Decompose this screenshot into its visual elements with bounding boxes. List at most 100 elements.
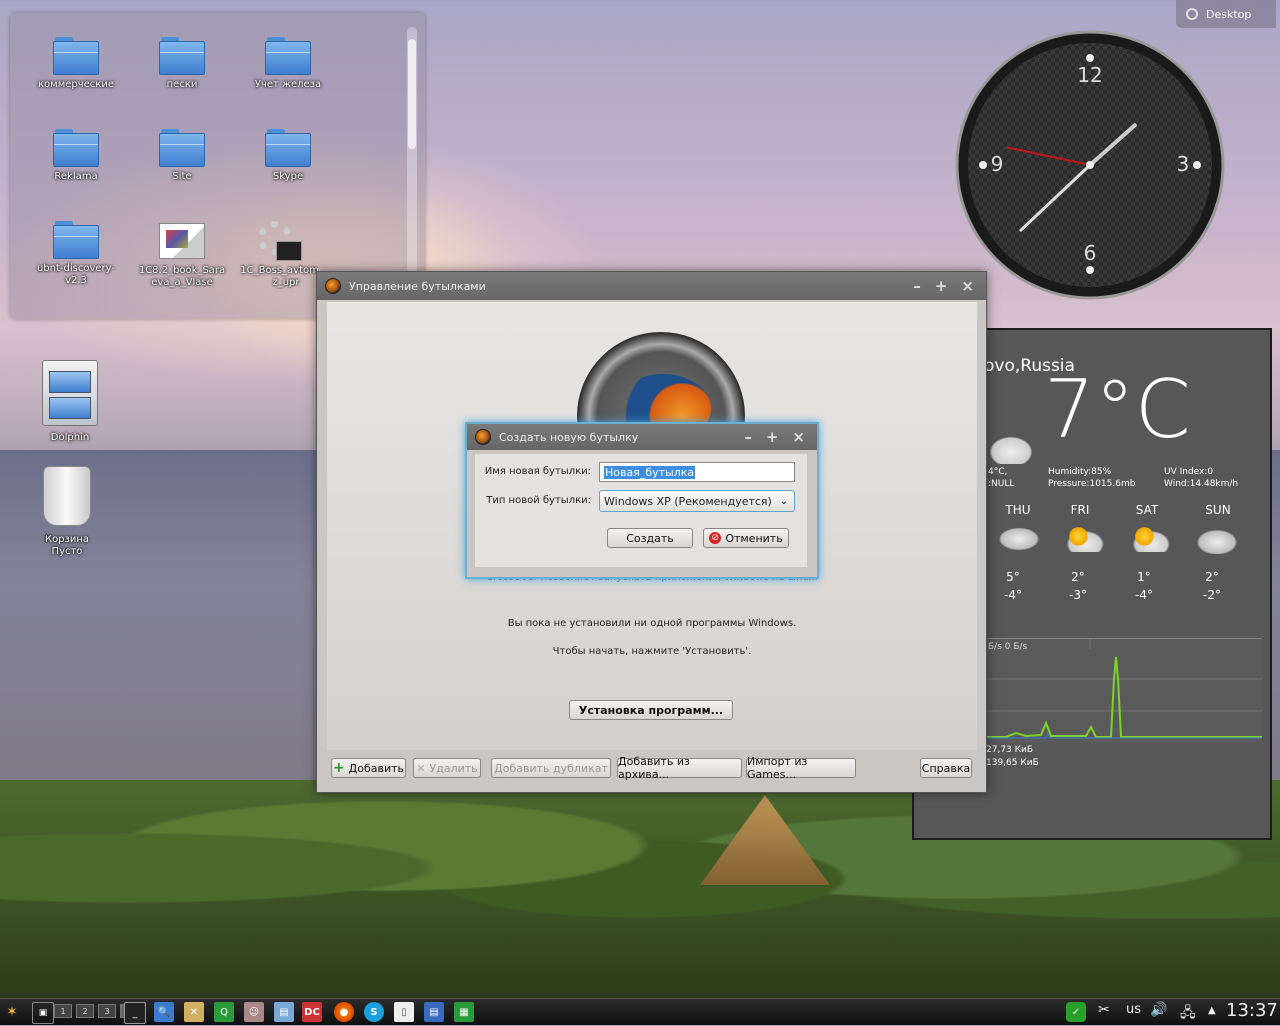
cancel-label: Отменить bbox=[725, 531, 783, 545]
dolphin-launcher[interactable]: Dolphin bbox=[30, 360, 110, 444]
help-button[interactable]: Справка bbox=[920, 758, 972, 778]
sun-cloud-icon bbox=[1060, 526, 1106, 552]
scrollbar-thumb[interactable] bbox=[408, 39, 416, 149]
bottle-name-value: Новая_бутылка bbox=[604, 465, 696, 479]
cancel-icon: ⊘ bbox=[709, 532, 722, 544]
pager-desktop-3[interactable]: 3 bbox=[98, 1004, 116, 1018]
tray-expand-icon[interactable]: ▲ bbox=[1208, 1005, 1216, 1016]
snow-cloud-icon bbox=[996, 526, 1042, 552]
application-launcher-icon[interactable]: ✶ bbox=[2, 1002, 22, 1022]
qt-icon[interactable]: Q bbox=[214, 1002, 234, 1022]
chevron-down-icon: ⌄ bbox=[779, 495, 788, 507]
minimize-icon[interactable]: – bbox=[913, 277, 921, 295]
folder-item[interactable]: Site bbox=[132, 129, 232, 183]
scissors-icon[interactable]: ✂ bbox=[1098, 1002, 1110, 1018]
calc-icon[interactable]: ▦ bbox=[454, 1002, 474, 1022]
folder-item[interactable]: Skype bbox=[238, 129, 338, 183]
folder-item[interactable]: коммерческие bbox=[26, 37, 126, 91]
folder-item-label: ubnt-discovery-v2.3 bbox=[36, 263, 116, 286]
clock-numeral-12: 12 bbox=[1077, 63, 1102, 87]
file-item[interactable]: 1C8.2_book_Saraeva_a_Vlase bbox=[132, 221, 232, 289]
bottle-name-input[interactable]: Новая_бутылка bbox=[599, 462, 795, 482]
forecast-day: THU bbox=[1005, 503, 1031, 517]
keyboard-layout-indicator[interactable]: us bbox=[1126, 1002, 1141, 1017]
forecast-high: 1° bbox=[1137, 570, 1151, 584]
trash-launcher[interactable]: Корзина Пусто bbox=[27, 466, 107, 558]
folder-item[interactable]: пески bbox=[132, 37, 232, 91]
current-weather-cloud-icon bbox=[986, 434, 1036, 464]
folder-item[interactable]: Reklama bbox=[26, 129, 126, 183]
trash-label: Корзина bbox=[44, 534, 90, 545]
forecast-low: -3° bbox=[1069, 588, 1087, 602]
weather-extra: :NULL bbox=[988, 479, 1015, 489]
folder-view-scrollbar[interactable] bbox=[407, 27, 417, 309]
tools-icon[interactable]: ✕ bbox=[184, 1002, 204, 1022]
pager-desktop-1[interactable]: 1 bbox=[54, 1004, 72, 1018]
bottle-manager-titlebar[interactable]: Управление бутылками – + × bbox=[317, 272, 986, 300]
terminal-icon[interactable]: _ bbox=[124, 1002, 146, 1024]
analog-clock-widget: 12 3 6 9 bbox=[955, 30, 1225, 300]
install-programs-button[interactable]: Установка программ... bbox=[569, 700, 733, 720]
gear-terminal-icon bbox=[256, 221, 302, 261]
add-bottle-button[interactable]: + Добавить bbox=[331, 758, 406, 778]
bottle-type-select[interactable]: Windows XP (Рекомендуется) ⌄ bbox=[599, 490, 795, 512]
digital-clock[interactable]: 13:37 bbox=[1226, 1000, 1278, 1021]
folder-icon bbox=[265, 37, 311, 75]
import-from-games-button[interactable]: Импорт из Games... bbox=[746, 755, 856, 781]
forecast-low: -4° bbox=[1135, 588, 1153, 602]
folder-item[interactable]: ubnt-discovery-v2.3 bbox=[26, 221, 126, 287]
cashew-icon bbox=[1186, 8, 1198, 20]
folder-item[interactable]: Учет железа bbox=[238, 37, 338, 91]
forecast-day: SUN bbox=[1205, 503, 1231, 517]
updates-check-icon[interactable]: ✓ bbox=[1066, 1002, 1086, 1022]
bottle-type-value: Windows XP (Рекомендуется) bbox=[604, 494, 772, 508]
folder-item-label: пески bbox=[166, 79, 198, 90]
clock-numeral-3: 3 bbox=[1177, 152, 1190, 176]
create-bottle-titlebar[interactable]: Создать новую бутылку – + × bbox=[467, 424, 817, 450]
skype-icon[interactable]: S bbox=[364, 1002, 384, 1022]
network-sent: 139,65 КиБ bbox=[986, 758, 1039, 768]
forecast-high: 5° bbox=[1006, 570, 1020, 584]
close-icon[interactable]: × bbox=[792, 428, 805, 446]
trash-status-label: Пусто bbox=[51, 546, 83, 557]
firefox-icon[interactable]: ● bbox=[334, 1002, 354, 1022]
close-icon[interactable]: × bbox=[961, 277, 974, 295]
weather-humidity: Humidity:85% bbox=[1048, 467, 1112, 477]
doublecmd-icon[interactable]: DC bbox=[302, 1002, 322, 1022]
duplicate-bottle-button[interactable]: Добавить дубликат bbox=[491, 758, 611, 778]
document-icon[interactable]: ▯ bbox=[394, 1002, 414, 1022]
show-desktop-icon[interactable]: ▣ bbox=[32, 1002, 54, 1024]
executable-item[interactable]: 1C_Boss_avtomatiz_upr bbox=[238, 221, 318, 289]
delete-icon: ✕ bbox=[416, 761, 426, 775]
minimize-icon[interactable]: – bbox=[744, 428, 752, 446]
search-icon[interactable]: 🔍 bbox=[154, 1002, 174, 1022]
forecast-high: 2° bbox=[1205, 570, 1219, 584]
file-cabinet-icon[interactable]: ▤ bbox=[274, 1002, 294, 1022]
document-image-icon bbox=[159, 223, 205, 259]
delete-bottle-button[interactable]: ✕ Удалить bbox=[413, 758, 481, 778]
user-icon[interactable]: ☺ bbox=[244, 1002, 264, 1022]
maximize-icon[interactable]: + bbox=[766, 428, 779, 446]
folder-icon bbox=[53, 221, 99, 259]
crossover-icon bbox=[475, 429, 491, 445]
cancel-button[interactable]: ⊘ Отменить bbox=[703, 528, 789, 548]
network-icon[interactable]: 🖧 bbox=[1180, 1002, 1196, 1026]
pager-desktop-2[interactable]: 2 bbox=[76, 1004, 94, 1018]
create-button[interactable]: Создать bbox=[607, 528, 693, 548]
folder-icon bbox=[53, 37, 99, 75]
install-hint: Чтобы начать, нажмите 'Установить'. bbox=[552, 646, 752, 657]
bottle-type-label: Тип новой бутылки: bbox=[486, 495, 591, 506]
add-from-archive-button[interactable]: Добавить из архива... bbox=[617, 755, 742, 781]
add-label: Добавить bbox=[348, 761, 405, 775]
folder-icon bbox=[159, 129, 205, 167]
create-bottle-dialog: Создать новую бутылку – + × Имя новая бу… bbox=[465, 422, 819, 579]
cloud-icon bbox=[1194, 528, 1240, 554]
maximize-icon[interactable]: + bbox=[935, 277, 948, 295]
folder-item-label: Site bbox=[172, 171, 192, 182]
desktop-toolbox-button[interactable]: Desktop bbox=[1176, 0, 1276, 28]
writer-icon[interactable]: ▤ bbox=[424, 1002, 444, 1022]
weather-temperature: 7°C bbox=[1044, 363, 1191, 456]
volume-icon[interactable]: 🔊 bbox=[1150, 1002, 1167, 1018]
weather-wind: Wind:14.48km/h bbox=[1164, 479, 1239, 489]
clock-numeral-6: 6 bbox=[1084, 241, 1097, 265]
